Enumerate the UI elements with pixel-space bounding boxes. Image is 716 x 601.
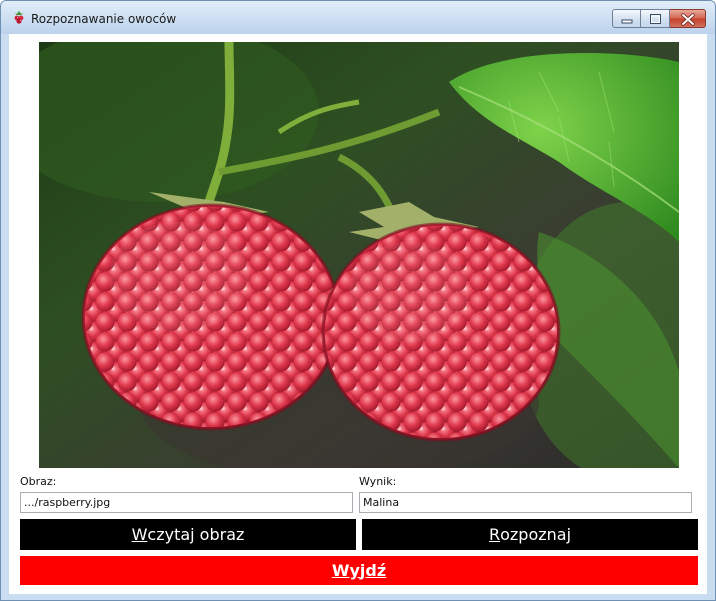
recognize-accel: R	[488, 525, 501, 544]
raspberry-icon	[14, 11, 24, 24]
title-bar[interactable]: Rozpoznawanie owoców	[1, 1, 715, 34]
fruit-image	[39, 42, 679, 468]
close-button[interactable]	[670, 9, 706, 28]
close-icon	[681, 13, 695, 26]
recognize-label: ozpoznaj	[500, 525, 572, 544]
exit-accel: y	[349, 561, 360, 580]
window-title: Rozpoznawanie owoców	[31, 12, 177, 26]
load-image-accel: W	[131, 525, 148, 544]
exit-label: jdź	[359, 561, 387, 580]
load-image-button[interactable]: Wczytaj obraz	[20, 519, 356, 550]
exit-pre: W	[331, 561, 350, 580]
obraz-label: Obraz:	[20, 475, 57, 488]
maximize-icon	[650, 14, 661, 24]
exit-button[interactable]: Wy jdź	[20, 556, 698, 585]
minimize-icon	[621, 19, 633, 24]
client-area: Obraz: .../raspberry.jpg Wynik: Malina W…	[9, 34, 707, 594]
minimize-button[interactable]	[612, 9, 641, 28]
load-image-label: czytaj obraz	[147, 525, 245, 544]
recognize-button[interactable]: Rozpoznaj	[362, 519, 698, 550]
app-window: Rozpoznawanie owoców Obraz: .../raspberr…	[0, 0, 716, 601]
obraz-field[interactable]: .../raspberry.jpg	[20, 492, 353, 513]
wynik-label: Wynik:	[359, 475, 397, 488]
maximize-button[interactable]	[641, 9, 670, 28]
wynik-field[interactable]: Malina	[359, 492, 692, 513]
